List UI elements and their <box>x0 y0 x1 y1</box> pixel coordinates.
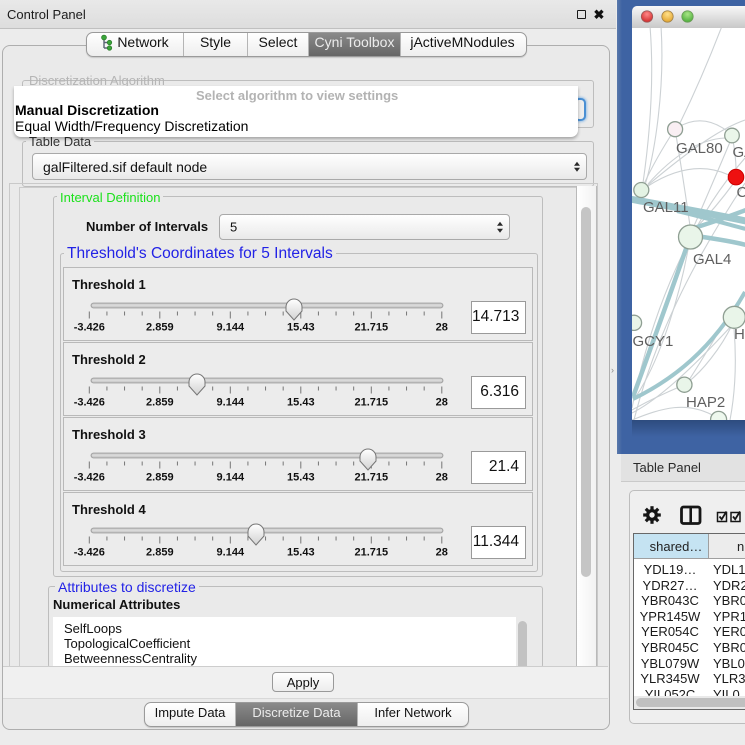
svg-text:21.715: 21.715 <box>354 472 388 484</box>
svg-text:21.715: 21.715 <box>354 397 388 409</box>
svg-text:9.144: 9.144 <box>217 547 245 559</box>
svg-text:-3.426: -3.426 <box>74 397 105 409</box>
svg-text:2.859: 2.859 <box>146 472 174 484</box>
svg-text:9.144: 9.144 <box>217 322 245 334</box>
svg-text:GAL11: GAL11 <box>643 199 689 216</box>
svg-text:GAL4: GAL4 <box>693 251 731 268</box>
svg-text:H: H <box>734 326 745 343</box>
svg-text:-3.426: -3.426 <box>74 547 105 559</box>
svg-text:GAL80: GAL80 <box>676 140 723 157</box>
svg-text:HAP2: HAP2 <box>686 394 725 411</box>
svg-text:2.859: 2.859 <box>146 322 174 334</box>
svg-text:-3.426: -3.426 <box>74 322 105 334</box>
svg-text:15.43: 15.43 <box>287 472 315 484</box>
svg-text:9.144: 9.144 <box>217 472 245 484</box>
svg-text:15.43: 15.43 <box>287 397 315 409</box>
svg-text:GA: GA <box>733 144 745 161</box>
svg-text:9.144: 9.144 <box>217 397 245 409</box>
svg-text:15.43: 15.43 <box>287 322 315 334</box>
svg-text:C: C <box>737 184 745 201</box>
svg-text:GCY1: GCY1 <box>633 333 674 350</box>
svg-text:28: 28 <box>436 472 448 484</box>
svg-text:-3.426: -3.426 <box>74 472 105 484</box>
svg-text:21.715: 21.715 <box>354 322 388 334</box>
svg-text:21.715: 21.715 <box>354 547 388 559</box>
svg-text:28: 28 <box>436 322 448 334</box>
svg-text:15.43: 15.43 <box>287 547 315 559</box>
svg-text:28: 28 <box>436 547 448 559</box>
svg-text:2.859: 2.859 <box>146 547 174 559</box>
svg-text:28: 28 <box>436 397 448 409</box>
svg-text:2.859: 2.859 <box>146 397 174 409</box>
